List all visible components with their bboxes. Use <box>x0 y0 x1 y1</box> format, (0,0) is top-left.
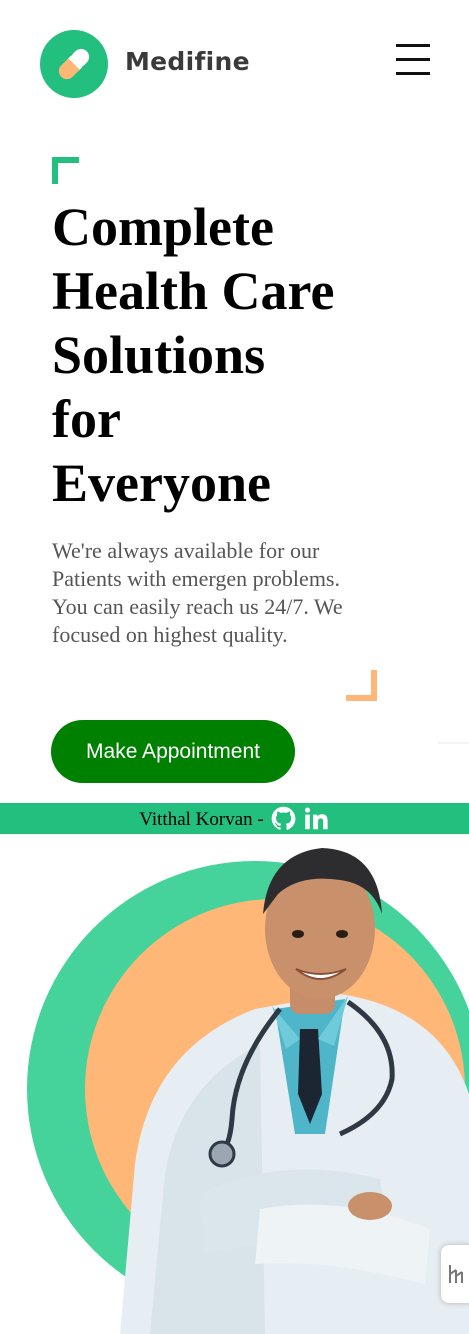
hero-title-line: Health Care <box>52 261 335 321</box>
hero-title: Complete Health Care Solutions for Every… <box>52 195 382 515</box>
decorative-corner-top-left <box>52 157 79 184</box>
github-icon[interactable] <box>270 805 297 832</box>
logo[interactable] <box>40 30 108 98</box>
make-appointment-button[interactable]: Make Appointment <box>51 720 295 783</box>
side-widget-tab[interactable] <box>441 1245 469 1303</box>
linkedin-icon[interactable] <box>303 805 330 832</box>
hero-title-line: Complete <box>52 197 274 257</box>
credit-text: Vitthal Korvan - <box>139 808 264 830</box>
doctor-hero-image <box>0 834 469 1334</box>
hero-description: We're always available for our Patients … <box>52 538 343 647</box>
site-header: Medifine <box>0 0 469 128</box>
hero-title-line: for <box>52 389 121 449</box>
capsule-icon <box>58 48 90 80</box>
decorative-corner-bottom-right <box>346 670 377 701</box>
smiling-doctor-with-stethoscope-photo <box>27 848 469 1334</box>
hero-title-line: Solutions <box>52 325 266 385</box>
divider <box>438 742 469 744</box>
side-widget-icon <box>449 1265 463 1283</box>
hero-title-line: Everyone <box>52 453 271 513</box>
brand-name[interactable]: Medifine <box>125 47 250 76</box>
hamburger-menu-icon[interactable] <box>396 44 430 76</box>
credit-bar: Vitthal Korvan - <box>0 803 469 834</box>
